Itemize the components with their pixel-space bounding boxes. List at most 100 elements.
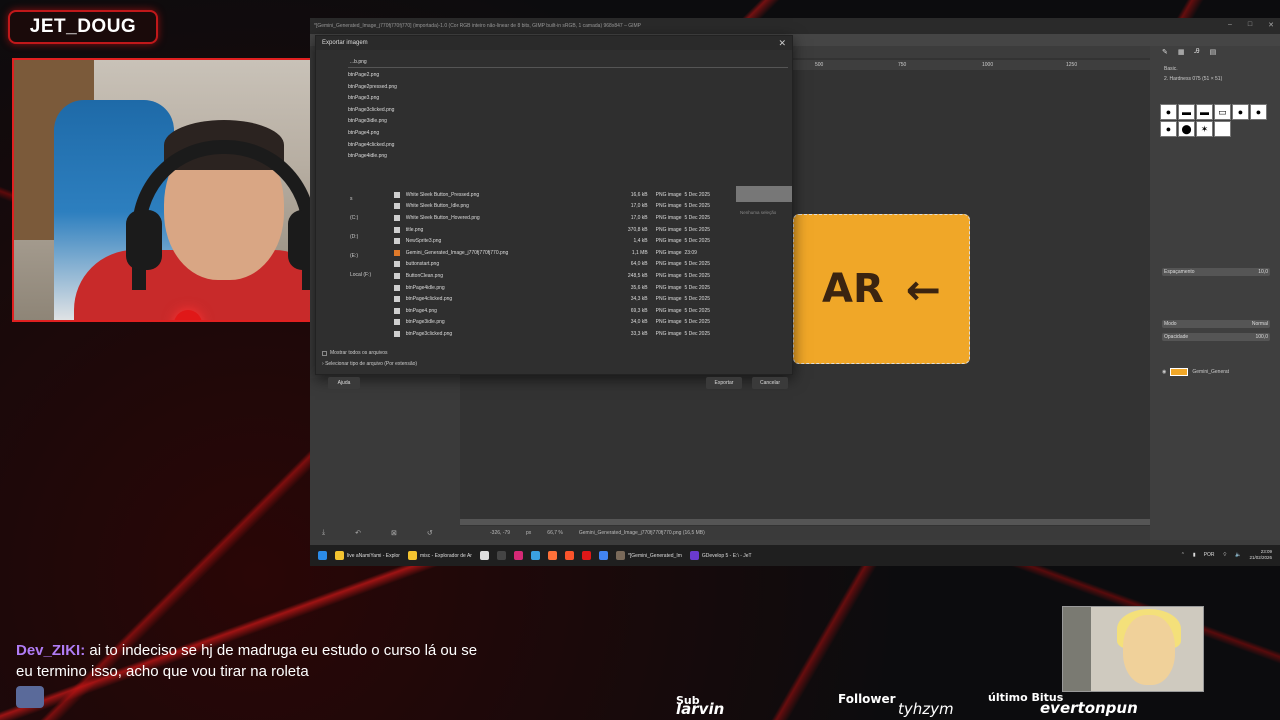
brush-swatch[interactable]: ● (1232, 104, 1249, 120)
file-name: White Sleek Button_Idle.png (405, 203, 469, 210)
taskbar-item[interactable]: GDevelop 5 - E:\ - JeT (689, 551, 752, 560)
place-item[interactable]: (D:) (350, 234, 386, 244)
taskbar-item[interactable]: misc - Explorador de Ar (407, 551, 472, 560)
spacing-label: Espaçamento (1164, 269, 1195, 275)
language-indicator[interactable]: POR (1204, 552, 1215, 558)
taskbar-item[interactable]: live aNamiYami - Explor (335, 551, 400, 560)
volume-icon[interactable]: 🔈 (1235, 552, 1241, 558)
file-size: 34,0 kB (630, 319, 648, 326)
start-button[interactable] (318, 551, 327, 560)
place-item[interactable]: (C:) (350, 215, 386, 225)
taskbar-app[interactable] (547, 551, 557, 560)
font-icon[interactable]: Ꭿ (1195, 48, 1200, 56)
follower-label: Follower (838, 692, 896, 706)
file-row[interactable]: btnPage3idle.png 34,0 kB PNG image 5 Dec 20… (394, 317, 719, 329)
maximize-icon[interactable]: □ (1248, 21, 1252, 29)
file-row[interactable]: title.png 370,8 kB PNG image 5 Dec 2025 (394, 224, 719, 236)
file-row[interactable]: White Sleek Button_Idle.png 17,0 kB PNG im… (394, 201, 719, 213)
export-button[interactable]: Exportar (706, 377, 742, 389)
file-type: PNG image (655, 191, 682, 198)
dialog-close-icon[interactable]: ✕ (778, 38, 786, 49)
gimp-titlebar: *[Gemini_Generated_Image_j770fj770fj770]… (310, 18, 1280, 34)
recent-file-item[interactable]: btnPage4idle.png (348, 153, 498, 165)
recent-file-item[interactable]: btnPage3clicked.png (348, 107, 498, 119)
taskbar-app[interactable] (496, 551, 506, 560)
file-row[interactable]: btnPage4idle.png 35,6 kB PNG image 5 Dec 20… (394, 282, 719, 294)
chevron-up-icon[interactable]: ⌃ (1181, 552, 1185, 558)
brush-swatch[interactable]: ● (1160, 121, 1177, 137)
place-item[interactable]: (E:) (350, 253, 386, 263)
minimize-icon[interactable]: – (1228, 21, 1232, 29)
brush-swatch[interactable]: ▬ (1196, 104, 1213, 120)
brush-set-label: Basic. (1164, 66, 1178, 72)
file-row[interactable]: btnPage4clicked.png 34,3 kB PNG image 5 Dec… (394, 293, 719, 305)
windows-icon (318, 551, 327, 560)
file-row[interactable]: NewSprite3.png 1,4 kB PNG image 5 Dec 2025 (394, 235, 719, 247)
layer-row[interactable]: ◉ Gemini_Generat (1162, 366, 1272, 378)
recent-file-item[interactable]: btnPage3.png (348, 95, 498, 107)
file-row[interactable]: White Sleek Button_Hovered.png 17,0 kB PNG… (394, 212, 719, 224)
recent-file-item[interactable]: btnPage2pressed.png (348, 84, 498, 96)
place-item[interactable]: Local (F:) (350, 272, 386, 282)
recent-file-item[interactable]: btnPage2.png (348, 72, 498, 84)
file-row[interactable]: ButtonClean.png 248,5 kB PNG image 5 Dec 20… (394, 270, 719, 282)
reset-icon[interactable]: ↺ (427, 529, 433, 537)
spacing-field[interactable]: Espaçamento 10,0 (1162, 268, 1270, 276)
dialog-title: Exportar imagem (322, 40, 368, 46)
recent-file-item[interactable]: btnPage3idle.png (348, 118, 498, 130)
battery-icon[interactable]: ▮ (1193, 552, 1196, 558)
mode-field[interactable]: Modo Normal (1162, 320, 1270, 328)
file-type: PNG image (655, 319, 682, 326)
place-item[interactable]: s (350, 196, 386, 206)
file-row[interactable]: btnPage3clicked.png 33,3 kB PNG image 5 Dec… (394, 328, 719, 340)
window-controls: – □ ✕ (1228, 21, 1274, 29)
recent-file-item[interactable]: btnPage4clicked.png (348, 142, 498, 154)
brush-swatch[interactable]: ▬ (1178, 104, 1195, 120)
help-button[interactable]: Ajuda (328, 377, 360, 389)
taskbar-app[interactable] (513, 551, 523, 560)
brush-swatch[interactable]: ● (1160, 104, 1177, 120)
brush-swatch[interactable]: ● (1250, 104, 1267, 120)
document-icon[interactable]: ▤ (1210, 48, 1217, 56)
wifi-icon[interactable]: ⌔ (1223, 552, 1228, 558)
show-all-files-option[interactable]: Mostrar todos os arquivos (322, 350, 388, 356)
taskbar-item[interactable]: *[Gemini_Generated_Im (615, 551, 682, 560)
chat-username: Dev_ZIKI: (16, 642, 86, 659)
image-info: Gemini_Generated_Image_j770fj770fj770.pn… (578, 530, 705, 536)
taskbar-app[interactable] (598, 551, 608, 560)
clock[interactable]: 23:09 21/02/2026 (1249, 549, 1272, 561)
taskbar-app[interactable] (564, 551, 574, 560)
canvas-image[interactable]: AR ← (793, 214, 970, 364)
recent-file-item[interactable]: btnPage4.png (348, 130, 498, 142)
horizontal-scrollbar[interactable] (460, 519, 1150, 525)
close-icon[interactable]: ✕ (1268, 21, 1274, 29)
taskbar-app[interactable] (530, 551, 540, 560)
file-row[interactable]: buttonstart.png 64,0 kB PNG image 5 Dec 202… (394, 259, 719, 271)
opacity-field[interactable]: Opacidade 100,0 (1162, 333, 1270, 341)
cancel-button[interactable]: Cancelar (752, 377, 788, 389)
secondary-camera-face (1123, 615, 1175, 685)
brush-swatch[interactable]: ⬤ (1178, 121, 1195, 137)
brush-swatch[interactable]: ▭ (1214, 104, 1231, 120)
brush-swatch[interactable] (1214, 121, 1231, 137)
file-row[interactable]: Gemini_Generated_Image_j770fj770fj770.pn… (394, 247, 719, 259)
zoom-select[interactable]: 66,7 % (547, 530, 563, 536)
save-options-icon[interactable]: ⤓ (322, 529, 325, 537)
file-row[interactable]: btnPage4.png 69,3 kB PNG image 5 Dec 2025 (394, 305, 719, 317)
undo-icon[interactable]: ↶ (355, 529, 361, 537)
brush-icon[interactable]: ✎ (1162, 48, 1168, 56)
pattern-icon[interactable]: ▦ (1178, 48, 1185, 56)
preview-thumbnail (736, 186, 792, 202)
delete-icon[interactable]: ⊠ (391, 529, 397, 537)
file-type-expander[interactable]: › Selecionar tipo de arquivo (Por extens… (322, 361, 417, 367)
file-date: 5 Dec 2025 (684, 307, 711, 314)
unit-select[interactable]: px (526, 530, 531, 536)
eye-icon[interactable]: ◉ (1162, 369, 1166, 375)
taskbar-app[interactable] (479, 551, 489, 560)
taskbar-app[interactable] (581, 551, 591, 560)
brush-swatch[interactable]: ✶ (1196, 121, 1213, 137)
show-all-checkbox[interactable] (322, 350, 327, 356)
brush-grid[interactable]: ● ▬ ▬ ▭ ● ● ● ⬤ ✶ (1160, 104, 1270, 137)
filename-input[interactable]: ...b.png (348, 58, 788, 68)
file-row[interactable]: White Sleek Button_Pressed.png 16,6 kB PNG… (394, 189, 719, 201)
